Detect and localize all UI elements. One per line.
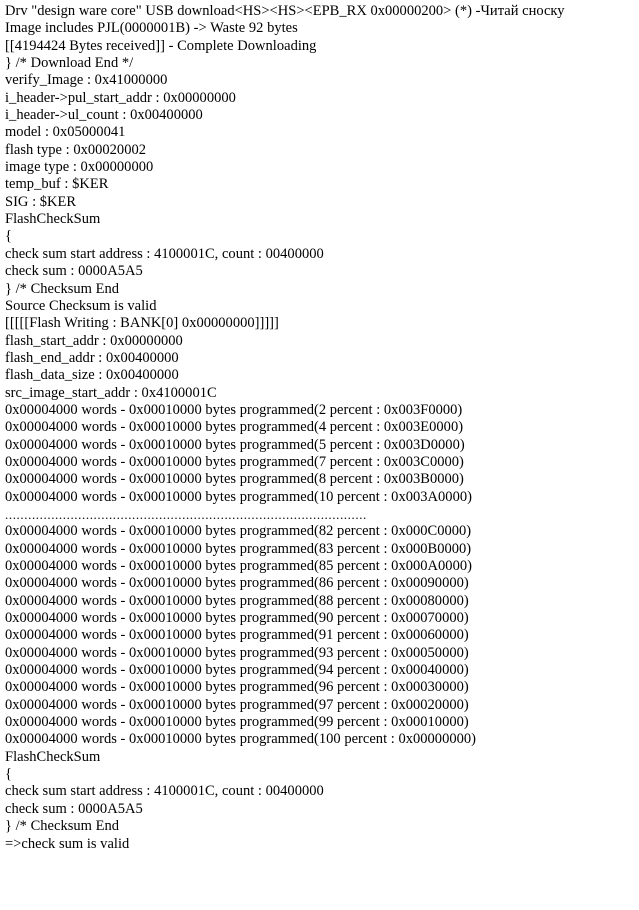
log-line: =>check sum is valid: [5, 835, 130, 852]
log-line: flash_start_addr : 0x00000000: [5, 332, 183, 349]
log-line: 0x00004000 words - 0x00010000 bytes prog…: [5, 523, 472, 540]
log-line: 0x00004000 words - 0x00010000 bytes prog…: [5, 453, 464, 470]
log-line: 0x00004000 words - 0x00010000 bytes prog…: [5, 627, 469, 644]
log-line: } /* Checksum End: [5, 818, 120, 835]
log-line: flash_end_addr : 0x00400000: [5, 349, 179, 366]
log-line: flash type : 0x00020002: [5, 141, 147, 158]
log-line: 0x00004000 words - 0x00010000 bytes prog…: [5, 436, 465, 453]
log-line: Drv "design ware core" USB download<HS><…: [5, 3, 565, 19]
log-line: 0x00004000 words - 0x00010000 bytes prog…: [5, 419, 464, 436]
log-line: i_header->pul_start_addr : 0x00000000: [5, 89, 236, 106]
log-line: ........................................…: [5, 506, 367, 522]
log-line: image type : 0x00000000: [5, 159, 154, 176]
log-line: 0x00004000 words - 0x00010000 bytes prog…: [5, 471, 464, 488]
log-line: {: [5, 228, 12, 245]
log-line: 0x00004000 words - 0x00010000 bytes prog…: [5, 575, 469, 592]
log-line: 0x00004000 words - 0x00010000 bytes prog…: [5, 644, 469, 661]
log-line: {: [5, 766, 12, 783]
console-log-output[interactable]: Drv "design ware core" USB download<HS><…: [0, 0, 639, 853]
log-line: 0x00004000 words - 0x00010000 bytes prog…: [5, 679, 469, 696]
log-line: flash_data_size : 0x00400000: [5, 367, 179, 384]
log-line: 0x00004000 words - 0x00010000 bytes prog…: [5, 558, 472, 574]
log-line: model : 0x05000041: [5, 124, 126, 141]
log-line: 0x00004000 words - 0x00010000 bytes prog…: [5, 401, 463, 418]
log-line: SIG : $KER: [5, 193, 77, 210]
log-line: 0x00004000 words - 0x00010000 bytes prog…: [5, 610, 469, 627]
log-line: 0x00004000 words - 0x00010000 bytes prog…: [5, 731, 477, 748]
log-line: } /* Checksum End: [5, 280, 120, 297]
log-line: check sum : 0000A5A5: [5, 800, 143, 817]
log-line: 0x00004000 words - 0x00010000 bytes prog…: [5, 662, 469, 679]
log-line: FlashCheckSum: [5, 211, 101, 228]
log-line: } /* Download End */: [5, 55, 134, 72]
log-line: i_header->ul_count : 0x00400000: [5, 107, 203, 124]
log-line: check sum start address : 4100001C, coun…: [5, 245, 324, 262]
log-line: check sum : 0000A5A5: [5, 263, 143, 280]
log-line: check sum start address : 4100001C, coun…: [5, 783, 324, 800]
log-line: FlashCheckSum: [5, 748, 101, 765]
log-line: [[[[[Flash Writing : BANK[0] 0x00000000]…: [5, 315, 279, 332]
log-line: 0x00004000 words - 0x00010000 bytes prog…: [5, 540, 472, 557]
log-line: Source Checksum is valid: [5, 297, 157, 314]
log-line: 0x00004000 words - 0x00010000 bytes prog…: [5, 592, 469, 609]
log-line: Image includes PJL(0000001B) -> Waste 92…: [5, 20, 298, 37]
log-line: [[4194424 Bytes received]] - Complete Do…: [5, 37, 317, 54]
log-line: src_image_start_addr : 0x4100001C: [5, 384, 217, 401]
log-line: 0x00004000 words - 0x00010000 bytes prog…: [5, 696, 469, 713]
log-line: verify_Image : 0x41000000: [5, 72, 168, 89]
log-line: temp_buf : $KER: [5, 176, 109, 193]
log-line: 0x00004000 words - 0x00010000 bytes prog…: [5, 488, 472, 505]
log-line: 0x00004000 words - 0x00010000 bytes prog…: [5, 714, 469, 731]
